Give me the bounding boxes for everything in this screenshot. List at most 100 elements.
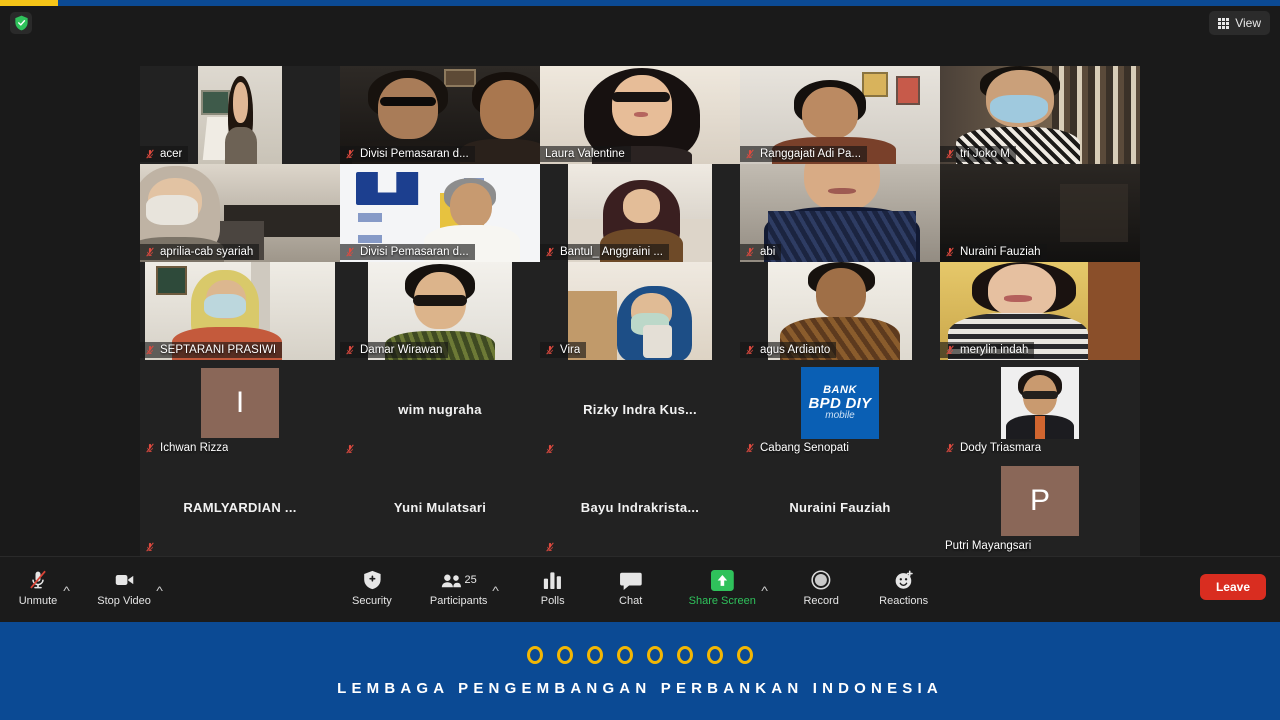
control-bar-left-group: Unmute ˄ Stop Video ˄ xyxy=(14,565,186,607)
participant-tile[interactable]: I Ichwan Rizza xyxy=(140,360,340,458)
mic-off-icon xyxy=(146,443,154,453)
participant-tile[interactable]: Ranggajati Adi Pa... xyxy=(740,66,940,164)
participant-tile[interactable]: Nuraini Fauziah xyxy=(740,458,940,556)
participant-tile[interactable]: RAMLYARDIAN ... xyxy=(140,458,340,556)
participant-nameplate: agus Ardianto xyxy=(740,342,837,358)
participant-tile[interactable]: Bantul_ Anggraini ... xyxy=(540,164,740,262)
participant-nameplate xyxy=(740,552,751,554)
participant-tile[interactable]: Divisi Pemasaran d... xyxy=(340,66,540,164)
control-label: Stop Video xyxy=(97,595,151,607)
zoom-meeting-window: View acer Divisi Pemasaran d... Laura Vale… xyxy=(0,0,1280,720)
participant-avatar-photo xyxy=(1001,367,1079,439)
participant-tile[interactable]: Divisi Pemasaran d... xyxy=(340,164,540,262)
participant-tile[interactable]: aprilia-cab syariah xyxy=(140,164,340,262)
control-label: Share Screen xyxy=(688,595,756,607)
participant-nameplate-label: Bantul_ Anggraini ... xyxy=(560,246,663,258)
participant-tile[interactable]: BANK BPD DIY mobile Cabang Senopati xyxy=(740,360,940,458)
participant-nameplate-label: Putri Mayangsari xyxy=(945,540,1032,552)
banner-dots xyxy=(527,645,753,664)
control-share-screen-button[interactable]: Share Screen xyxy=(685,565,760,607)
participant-nameplate: Ranggajati Adi Pa... xyxy=(740,146,868,162)
share-screen-icon xyxy=(710,567,734,593)
control-group: Unmute ˄ xyxy=(14,565,71,607)
participant-tile[interactable]: Damar Wirawan xyxy=(340,262,540,360)
mic-off-icon xyxy=(546,345,554,355)
participant-nameplate xyxy=(540,540,566,554)
banner-dot xyxy=(527,645,543,664)
participant-tile[interactable]: SEPTARANI PRASIWI xyxy=(140,262,340,360)
participant-tile[interactable]: tri Joko M xyxy=(940,66,1140,164)
participant-nameplate-label: aprilia-cab syariah xyxy=(160,246,254,258)
participant-nameplate-label: acer xyxy=(160,148,183,160)
control-group: Share Screen ˄ xyxy=(685,565,768,607)
participant-display-name: Bayu Indrakrista... xyxy=(580,499,700,515)
logo-line-3: mobile xyxy=(825,410,855,422)
participant-nameplate: tri Joko M xyxy=(940,146,1016,162)
mic-off-icon xyxy=(346,247,354,257)
control-label: Chat xyxy=(619,595,643,607)
control-reactions-button[interactable]: Reactions xyxy=(875,565,932,607)
chevron-up-icon[interactable]: ˄ xyxy=(761,584,769,594)
participant-nameplate: Vira xyxy=(540,342,587,358)
control-label: Security xyxy=(352,595,392,607)
avatar-initial-letter: P xyxy=(1029,484,1050,517)
green-shield-icon xyxy=(14,15,28,31)
control-group: Chat xyxy=(607,565,655,607)
control-group: 25 Participants ˄ xyxy=(426,565,500,607)
leave-meeting-button[interactable]: Leave xyxy=(1199,574,1266,600)
participant-nameplate: Laura Valentine xyxy=(540,146,631,162)
control-participants-button[interactable]: 25 Participants xyxy=(426,565,491,607)
mic-off-icon xyxy=(546,444,554,454)
participant-tile[interactable]: abi xyxy=(740,164,940,262)
participant-gallery: acer Divisi Pemasaran d... Laura Valentine… xyxy=(140,66,1140,556)
encryption-shield-icon[interactable] xyxy=(10,12,32,34)
participant-nameplate: aprilia-cab syariah xyxy=(140,244,260,260)
participant-tile[interactable]: Rizky Indra Kus... xyxy=(540,360,740,458)
chevron-up-icon[interactable]: ˄ xyxy=(492,584,500,594)
mic-off-icon xyxy=(946,345,954,355)
mic-off-icon xyxy=(946,443,954,453)
participant-nameplate: Cabang Senopati xyxy=(740,440,855,456)
people-icon: 25 xyxy=(441,567,477,593)
control-unmute-button[interactable]: Unmute xyxy=(14,565,62,607)
participant-tile[interactable]: Laura Valentine xyxy=(540,66,740,164)
control-chat-button[interactable]: Chat xyxy=(607,565,655,607)
participant-tile[interactable]: merylin indah xyxy=(940,262,1140,360)
participant-tile[interactable]: wim nugraha xyxy=(340,360,540,458)
control-stop-video-button[interactable]: Stop Video xyxy=(93,565,155,607)
banner-dot xyxy=(677,645,693,664)
control-group: Reactions xyxy=(875,565,932,607)
participant-tile[interactable]: Yuni Mulatsari xyxy=(340,458,540,556)
control-bar-center-group: Security 25 Participants ˄ Polls Chat Share Sc… xyxy=(348,565,932,607)
participant-nameplate-label: Divisi Pemasaran d... xyxy=(360,148,469,160)
participant-nameplate: Damar Wirawan xyxy=(340,342,449,358)
view-layout-button[interactable]: View xyxy=(1209,11,1270,35)
participant-tile[interactable]: Dody Triasmara xyxy=(940,360,1140,458)
control-security-button[interactable]: Security xyxy=(348,565,396,607)
participant-tile[interactable]: P Putri Mayangsari xyxy=(940,458,1140,556)
control-polls-button[interactable]: Polls xyxy=(529,565,577,607)
banner-dot xyxy=(557,645,573,664)
participant-display-name: wim nugraha xyxy=(398,401,482,417)
participant-tile[interactable]: acer xyxy=(140,66,340,164)
participant-display-name: RAMLYARDIAN ... xyxy=(183,499,297,515)
participant-tile[interactable]: Vira xyxy=(540,262,740,360)
chevron-up-icon[interactable]: ˄ xyxy=(63,584,71,594)
participant-nameplate-label: merylin indah xyxy=(960,344,1029,356)
banner-dot xyxy=(647,645,663,664)
participant-nameplate: merylin indah xyxy=(940,342,1035,358)
chevron-up-icon[interactable]: ˄ xyxy=(156,584,164,594)
control-label: Polls xyxy=(540,595,565,607)
participant-nameplate: Divisi Pemasaran d... xyxy=(340,146,475,162)
participant-tile[interactable]: agus Ardianto xyxy=(740,262,940,360)
banner-dot xyxy=(617,645,633,664)
participant-nameplate: Dody Triasmara xyxy=(940,440,1047,456)
control-label: Participants xyxy=(429,595,488,607)
control-record-button[interactable]: Record xyxy=(797,565,845,607)
banner-dot xyxy=(707,645,723,664)
mic-off-icon xyxy=(546,542,554,552)
participant-tile[interactable]: Bayu Indrakrista... xyxy=(540,458,740,556)
mic-off-icon xyxy=(746,247,754,257)
control-label: Reactions xyxy=(879,595,929,607)
participant-tile[interactable]: Nuraini Fauziah xyxy=(940,164,1140,262)
